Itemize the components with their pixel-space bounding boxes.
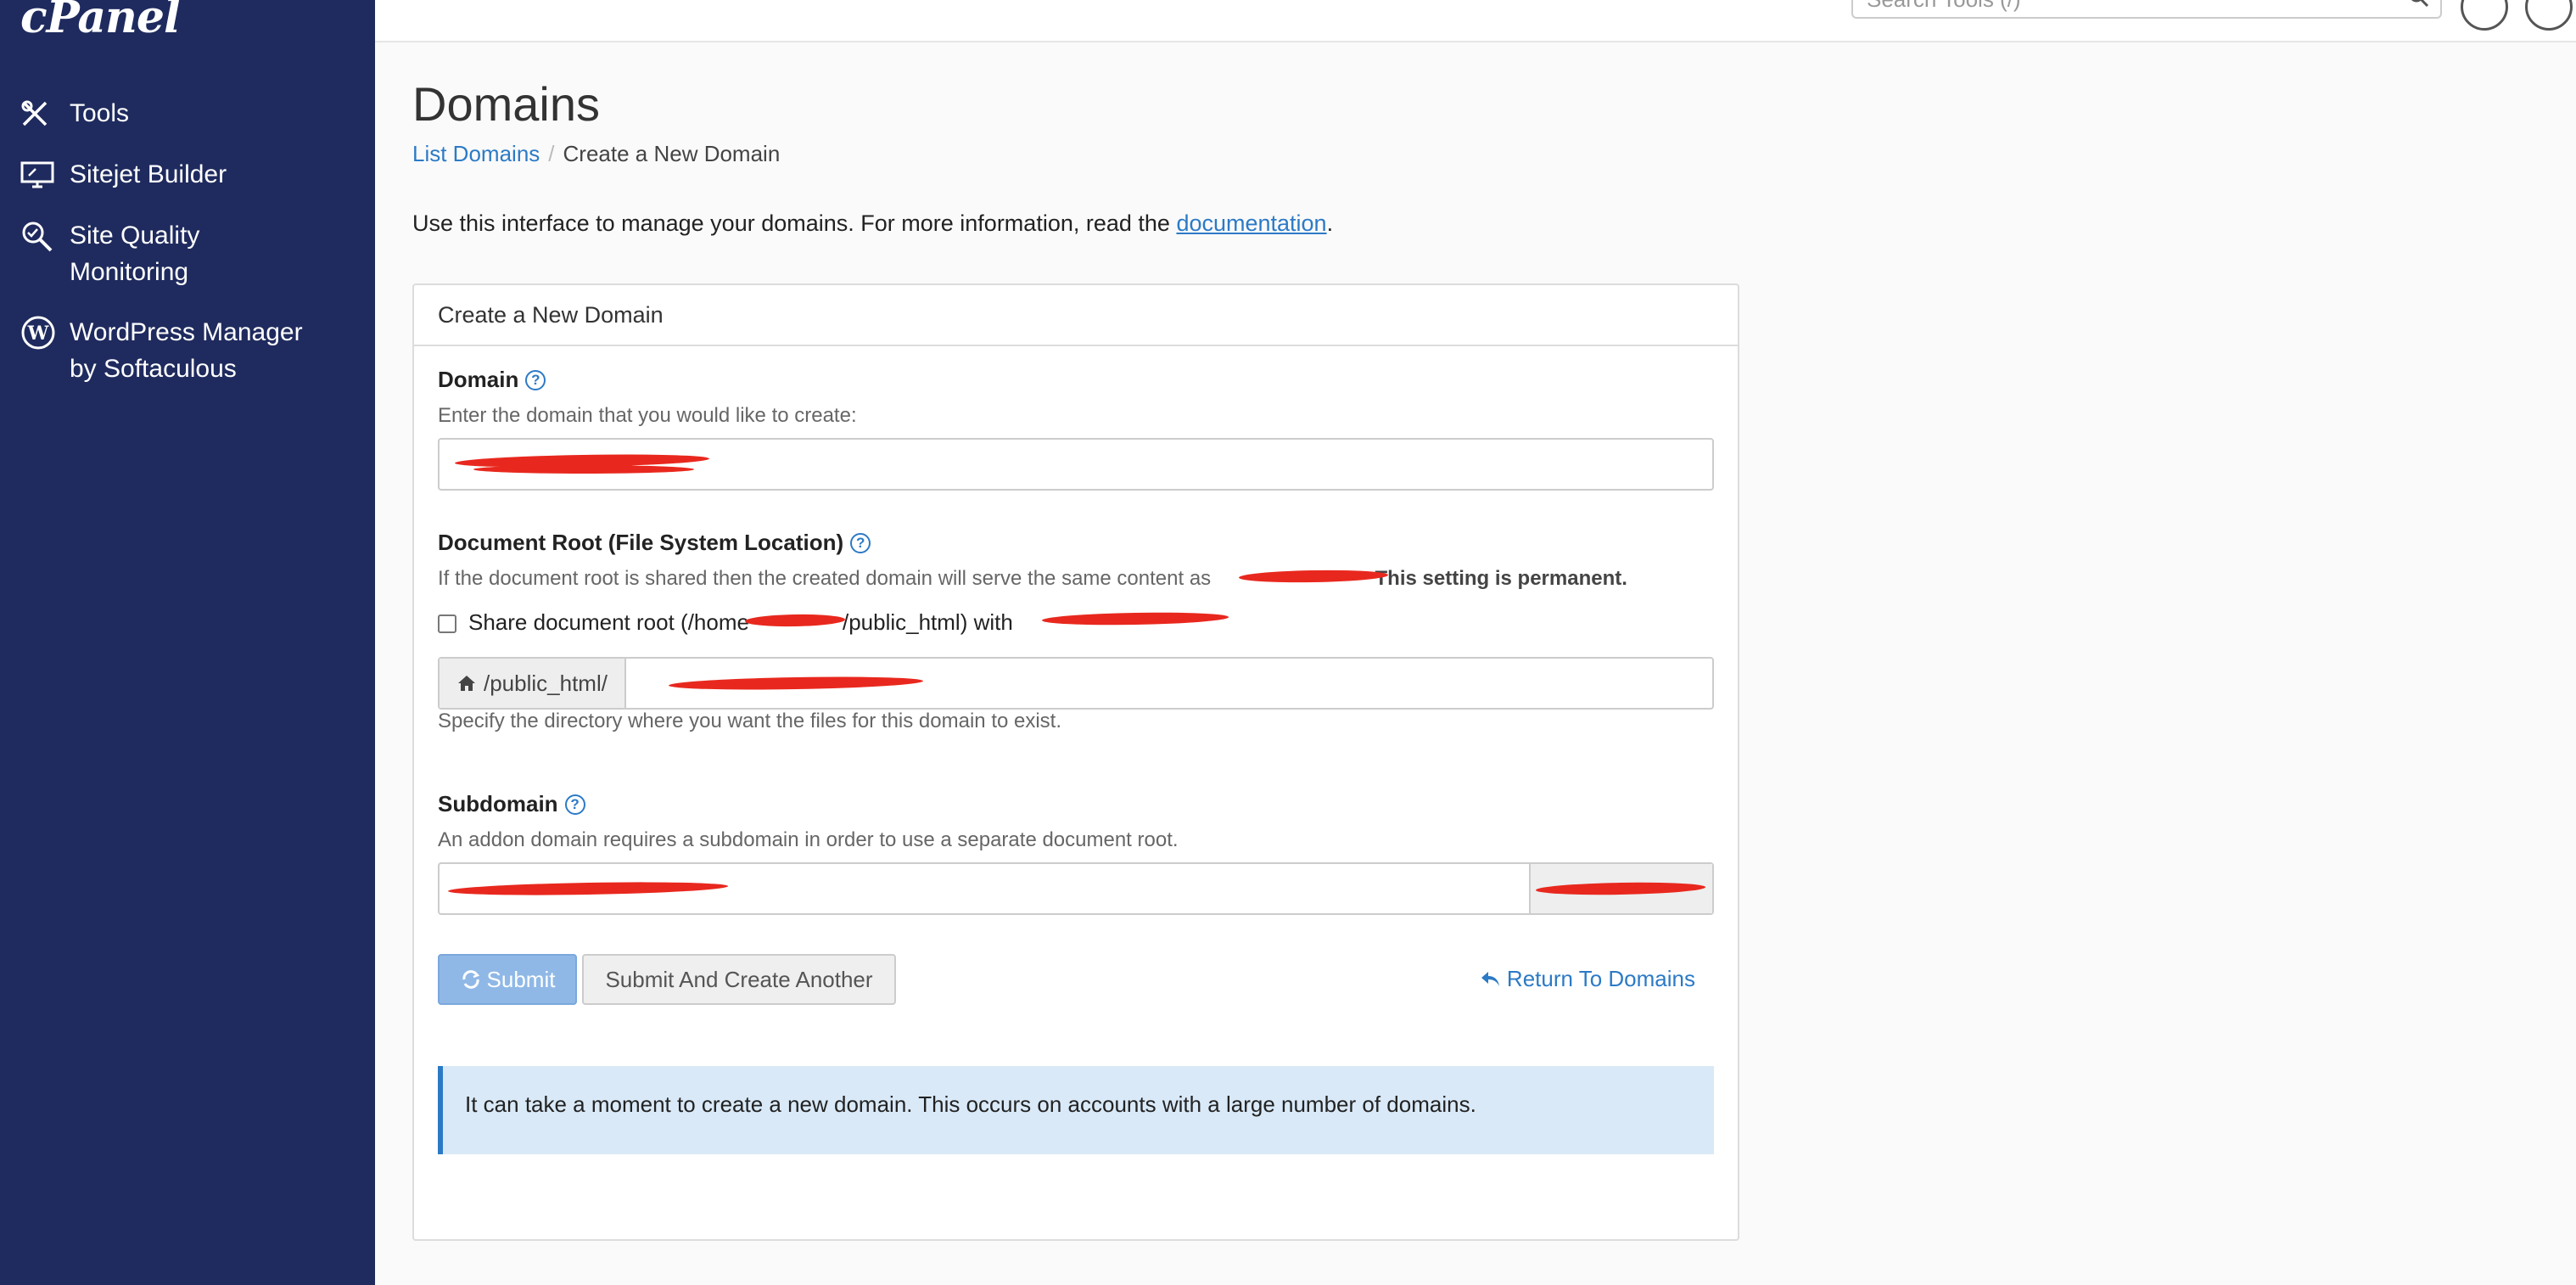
share-label-end: /public_html) with <box>842 609 1013 635</box>
redaction-mark <box>473 465 694 474</box>
intro-sentence: Use this interface to manage your domain… <box>412 210 1177 236</box>
help-icon[interactable]: ? <box>850 532 871 553</box>
redaction-mark <box>447 880 729 897</box>
sidebar-item-sitejet[interactable]: Sitejet Builder <box>20 156 227 193</box>
search-tools-input[interactable]: Search Tools (/) <box>1851 0 2442 19</box>
redaction-mark <box>668 675 924 692</box>
docroot-permanent-note: This setting is permanent. <box>1375 567 1627 590</box>
sidebar-item-label-2: Monitoring <box>70 258 189 286</box>
sidebar-item-site-quality[interactable]: Site Quality Monitoring <box>20 217 199 290</box>
sidebar-item-label: WordPress Manager <box>70 318 303 346</box>
subdomain-hint: An addon domain requires a subdomain in … <box>438 828 1179 851</box>
return-to-domains-link[interactable]: Return To Domains <box>1480 966 1695 992</box>
cpanel-logo[interactable]: cPanel <box>20 0 181 43</box>
submit-label: Submit <box>486 966 556 992</box>
svg-text:W: W <box>27 323 49 345</box>
subdomain-label: Subdomain? <box>438 791 585 817</box>
domain-label-text: Domain <box>438 367 519 392</box>
redaction-mark <box>1041 611 1229 626</box>
sidebar: cPanel Tools Sitejet Builder Site Qualit… <box>0 0 375 1285</box>
sidebar-item-label-2: by Softaculous <box>70 355 237 383</box>
subdomain-input[interactable] <box>438 862 1714 915</box>
domain-hint: Enter the domain that you would like to … <box>438 404 857 427</box>
breadcrumb-list-domains[interactable]: List Domains <box>412 141 540 166</box>
docroot-help: Specify the directory where you want the… <box>438 710 1062 732</box>
help-icon[interactable]: ? <box>525 369 546 390</box>
home-icon <box>458 676 475 691</box>
magnify-check-icon <box>20 217 63 254</box>
search-icon[interactable] <box>2408 0 2430 13</box>
intro-text: Use this interface to manage your domain… <box>412 210 1333 237</box>
docroot-hint-text: If the document root is shared then the … <box>438 567 1212 590</box>
breadcrumb: List Domains / Create a New Domain <box>412 141 780 167</box>
page-title: Domains <box>412 77 600 131</box>
docroot-label: Document Root (File System Location)? <box>438 530 871 556</box>
sidebar-item-label: Sitejet Builder <box>70 160 227 188</box>
help-icon[interactable]: ? <box>564 794 585 815</box>
info-alert: It can take a moment to create a new dom… <box>438 1066 1714 1154</box>
refresh-icon <box>462 970 479 989</box>
submit-and-create-another-button[interactable]: Submit And Create Another <box>582 954 896 1005</box>
domain-input[interactable] <box>438 438 1714 491</box>
docroot-prefix-text: /public_html/ <box>484 670 608 696</box>
docroot-prefix: /public_html/ <box>440 659 626 708</box>
create-domain-panel: Create a New Domain Domain? Enter the do… <box>412 283 1739 1241</box>
docroot-hint: If the document root is shared then the … <box>438 567 1627 591</box>
share-docroot-label[interactable]: Share document root (/home/public_html) … <box>468 609 1013 636</box>
search-placeholder: Search Tools (/) <box>1867 0 2021 13</box>
reply-arrow-icon <box>1481 971 1499 986</box>
domain-label: Domain? <box>438 367 546 393</box>
sidebar-item-label: Tools <box>70 99 130 127</box>
monitor-icon <box>20 156 63 193</box>
breadcrumb-separator: / <box>548 141 555 166</box>
wordpress-icon: W <box>20 314 63 351</box>
return-label: Return To Domains <box>1506 966 1695 991</box>
subdomain-suffix <box>1529 864 1712 913</box>
intro-period: . <box>1326 210 1334 236</box>
documentation-link[interactable]: documentation <box>1176 210 1326 236</box>
share-docroot-checkbox[interactable] <box>438 614 456 633</box>
breadcrumb-current: Create a New Domain <box>563 141 781 166</box>
subdomain-label-text: Subdomain <box>438 791 558 816</box>
sidebar-item-wordpress[interactable]: W WordPress Manager by Softaculous <box>20 314 303 387</box>
redaction-mark <box>1535 881 1706 896</box>
submit-button[interactable]: Submit <box>438 954 577 1005</box>
tools-icon <box>20 95 63 132</box>
sidebar-item-label: Site Quality <box>70 222 200 250</box>
panel-title: Create a New Domain <box>414 285 1738 346</box>
docroot-label-text: Document Root (File System Location) <box>438 530 844 555</box>
sidebar-item-tools[interactable]: Tools <box>20 95 129 132</box>
share-label-start: Share document root (/home <box>468 609 749 635</box>
docroot-input-group[interactable]: /public_html/ <box>438 657 1714 710</box>
